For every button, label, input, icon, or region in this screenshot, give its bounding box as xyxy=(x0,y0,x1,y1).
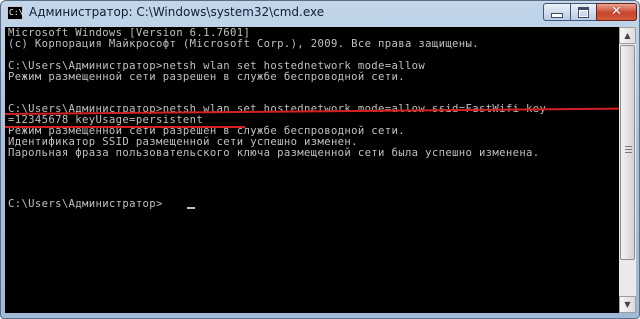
cmd-window: C:\ Администратор: C:\Windows\system32\c… xyxy=(0,0,640,319)
command-highlight-underline-continuation xyxy=(5,126,245,128)
console-line: Парольная фраза пользовательского ключа … xyxy=(8,147,540,159)
minimize-button[interactable] xyxy=(543,3,570,21)
vertical-scrollbar[interactable]: ▲ ▼ xyxy=(619,27,636,313)
maximize-icon xyxy=(578,6,589,18)
close-button[interactable]: ✕ xyxy=(596,3,637,21)
console-prompt: C:\Users\Администратор> xyxy=(8,198,163,210)
console-line: (c) Корпорация Майкрософт (Microsoft Cor… xyxy=(8,38,479,50)
scroll-up-button[interactable]: ▲ xyxy=(619,27,636,44)
title-bar[interactable]: C:\ Администратор: C:\Windows\system32\c… xyxy=(1,1,639,27)
arrow-up-icon: ▲ xyxy=(624,31,631,40)
text-cursor xyxy=(187,207,195,209)
maximize-button[interactable] xyxy=(570,3,596,21)
grip-icon xyxy=(625,146,632,155)
console-output[interactable]: Microsoft Windows [Version 6.1.7601] (c)… xyxy=(5,27,619,313)
scroll-down-button[interactable]: ▼ xyxy=(619,296,636,313)
minimize-icon xyxy=(551,13,563,18)
arrow-down-icon: ▼ xyxy=(624,300,631,309)
scroll-thumb[interactable] xyxy=(620,45,635,260)
close-icon: ✕ xyxy=(611,4,622,19)
cmd-app-icon[interactable]: C:\ xyxy=(7,6,23,20)
console-line: Режим размещенной сети разрешен в службе… xyxy=(8,71,405,83)
window-title: Администратор: C:\Windows\system32\cmd.e… xyxy=(29,5,325,19)
